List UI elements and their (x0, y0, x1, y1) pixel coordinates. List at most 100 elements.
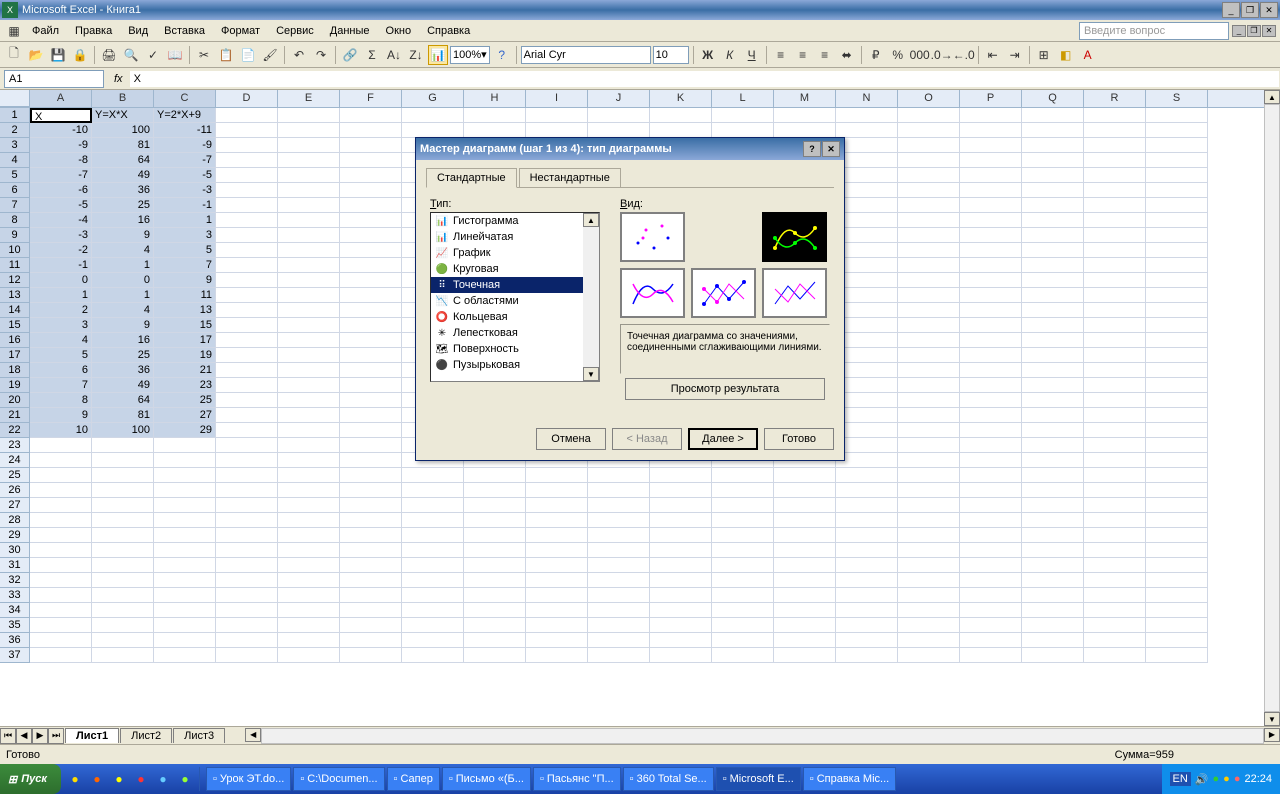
chart-subtype-lines-markers[interactable] (691, 268, 756, 318)
cell[interactable] (1022, 573, 1084, 588)
cell[interactable] (30, 528, 92, 543)
cell[interactable] (960, 618, 1022, 633)
hscroll-left-button[interactable]: ◀ (245, 728, 261, 742)
cell[interactable] (836, 453, 898, 468)
cell[interactable] (1084, 453, 1146, 468)
cell[interactable] (898, 573, 960, 588)
cell[interactable]: 100 (92, 123, 154, 138)
chart-type-item[interactable]: 📊Линейчатая (431, 229, 599, 245)
cell[interactable] (1146, 333, 1208, 348)
col-header[interactable]: C (154, 90, 216, 107)
cell[interactable] (278, 543, 340, 558)
cell[interactable] (92, 543, 154, 558)
cell[interactable] (526, 123, 588, 138)
cell[interactable] (1022, 438, 1084, 453)
dialog-help-button[interactable]: ? (803, 141, 821, 157)
cell[interactable] (836, 363, 898, 378)
cell[interactable] (1146, 618, 1208, 633)
chart-subtype-scatter[interactable] (620, 212, 685, 262)
cell[interactable] (340, 288, 402, 303)
cell[interactable] (216, 423, 278, 438)
cell[interactable] (836, 528, 898, 543)
cell[interactable] (774, 588, 836, 603)
help-icon[interactable]: ? (492, 45, 512, 65)
save-icon[interactable]: 💾 (48, 45, 68, 65)
cell[interactable] (898, 633, 960, 648)
cell[interactable] (960, 303, 1022, 318)
cell[interactable] (898, 123, 960, 138)
cell[interactable]: 64 (92, 153, 154, 168)
cell[interactable] (1084, 213, 1146, 228)
cell[interactable] (712, 618, 774, 633)
cell[interactable] (526, 483, 588, 498)
merge-icon[interactable]: ⬌ (837, 45, 857, 65)
clock[interactable]: 22:24 (1244, 773, 1272, 785)
cell[interactable] (278, 363, 340, 378)
cell[interactable] (774, 483, 836, 498)
cell[interactable] (402, 108, 464, 123)
cell[interactable] (1022, 363, 1084, 378)
cell[interactable] (30, 633, 92, 648)
cell[interactable] (960, 363, 1022, 378)
cell[interactable] (216, 138, 278, 153)
cell[interactable] (1022, 243, 1084, 258)
cell[interactable] (1146, 513, 1208, 528)
cell[interactable]: 3 (154, 228, 216, 243)
cell[interactable] (898, 393, 960, 408)
cell[interactable] (340, 498, 402, 513)
cell[interactable] (278, 423, 340, 438)
cell[interactable] (278, 378, 340, 393)
cell[interactable] (1022, 123, 1084, 138)
cell[interactable] (30, 573, 92, 588)
col-header[interactable]: R (1084, 90, 1146, 107)
cell[interactable] (216, 363, 278, 378)
cell[interactable] (898, 228, 960, 243)
cell[interactable] (1022, 228, 1084, 243)
align-center-icon[interactable]: ≡ (793, 45, 813, 65)
cell[interactable] (1084, 573, 1146, 588)
cell[interactable] (154, 603, 216, 618)
cell[interactable] (1022, 108, 1084, 123)
cell[interactable] (1084, 468, 1146, 483)
print-icon[interactable]: 🖨 (99, 45, 119, 65)
cell[interactable]: 9 (92, 228, 154, 243)
chart-wizard-icon[interactable]: 📊 (428, 45, 448, 65)
cell[interactable]: 25 (92, 198, 154, 213)
col-header[interactable]: M (774, 90, 836, 107)
cell[interactable] (960, 453, 1022, 468)
cell[interactable] (1146, 393, 1208, 408)
cell[interactable] (836, 513, 898, 528)
col-header[interactable]: G (402, 90, 464, 107)
cut-icon[interactable]: ✂ (194, 45, 214, 65)
cell[interactable] (154, 453, 216, 468)
cell[interactable]: 64 (92, 393, 154, 408)
cell[interactable] (960, 438, 1022, 453)
cell[interactable] (30, 453, 92, 468)
cell[interactable] (1084, 378, 1146, 393)
cell[interactable] (1146, 558, 1208, 573)
cell[interactable] (898, 363, 960, 378)
cell[interactable] (1022, 393, 1084, 408)
tab-standard[interactable]: Стандартные (426, 168, 517, 188)
cell[interactable]: -5 (30, 198, 92, 213)
cell[interactable] (774, 603, 836, 618)
cell[interactable] (774, 528, 836, 543)
cell[interactable] (340, 348, 402, 363)
cell[interactable] (712, 498, 774, 513)
cell[interactable] (650, 588, 712, 603)
permission-icon[interactable]: 🔒 (70, 45, 90, 65)
cell[interactable] (340, 183, 402, 198)
cell[interactable] (650, 108, 712, 123)
cell[interactable] (836, 483, 898, 498)
cell[interactable]: -7 (30, 168, 92, 183)
cell[interactable] (898, 558, 960, 573)
col-header[interactable]: N (836, 90, 898, 107)
menu-файл[interactable]: Файл (24, 23, 67, 39)
hscroll-right-button[interactable]: ▶ (1264, 728, 1280, 742)
cell[interactable] (1146, 543, 1208, 558)
cell[interactable] (216, 588, 278, 603)
cell[interactable] (774, 498, 836, 513)
cell[interactable] (650, 483, 712, 498)
cell[interactable] (340, 243, 402, 258)
row-header[interactable]: 3 (0, 138, 30, 153)
